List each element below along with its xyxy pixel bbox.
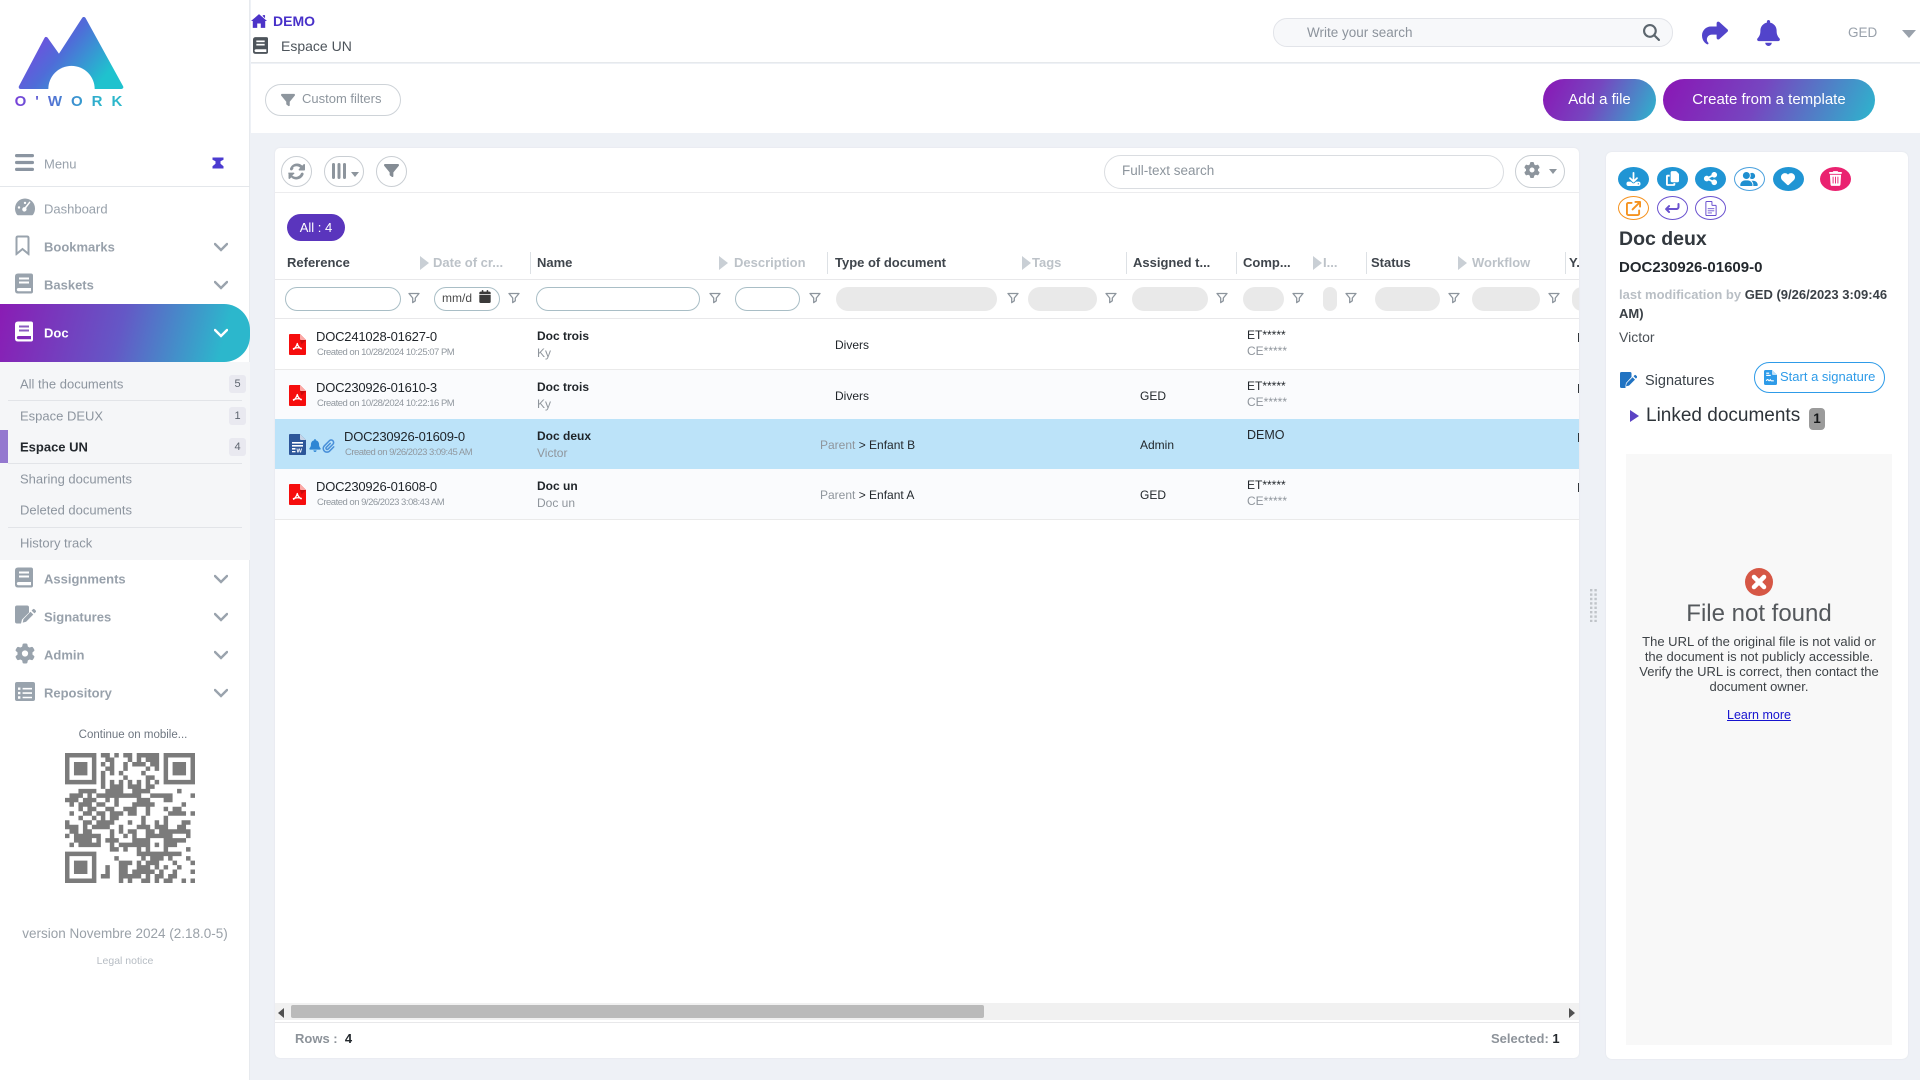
svg-text:w: w: [296, 448, 303, 455]
